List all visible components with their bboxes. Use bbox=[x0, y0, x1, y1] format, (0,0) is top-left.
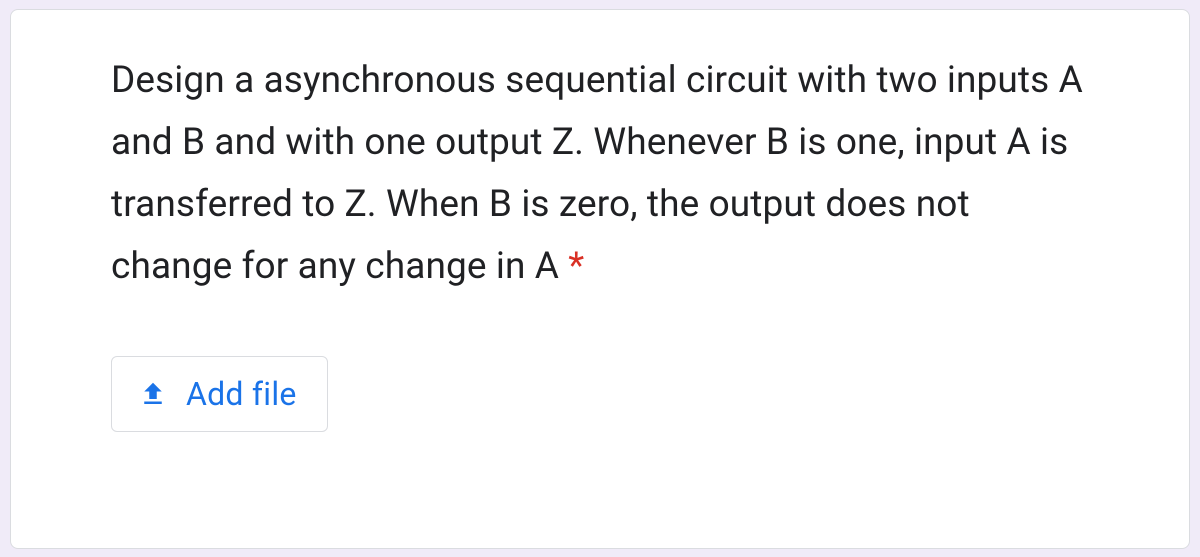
question-prompt: Design a asynchronous sequential circuit… bbox=[111, 50, 1089, 299]
upload-icon bbox=[138, 379, 168, 409]
question-text-content: Design a asynchronous sequential circuit… bbox=[111, 59, 1083, 288]
required-asterisk: * bbox=[559, 245, 584, 288]
add-file-button[interactable]: Add file bbox=[111, 356, 328, 432]
add-file-label: Add file bbox=[186, 375, 297, 413]
question-card: Design a asynchronous sequential circuit… bbox=[10, 9, 1190, 549]
